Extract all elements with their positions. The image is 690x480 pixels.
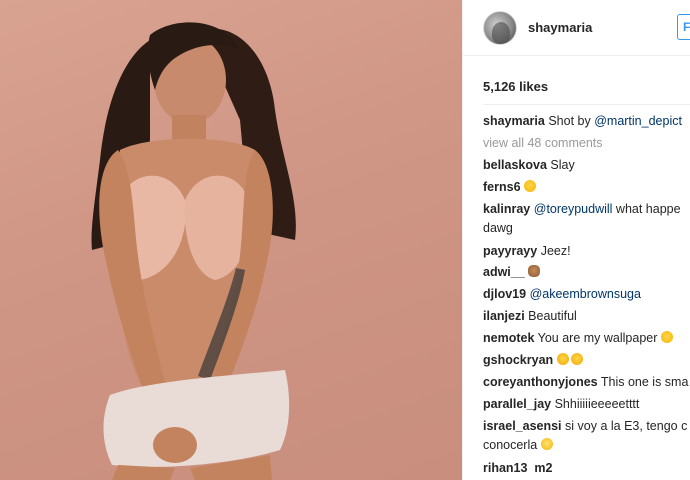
comment-row: ferns6	[483, 178, 690, 200]
smiling-face-emoji-icon	[660, 331, 673, 344]
follow-button[interactable]: F	[677, 14, 690, 40]
see-no-evil-monkey-emoji-icon	[528, 265, 541, 278]
comment-row: adwi__	[483, 263, 690, 285]
comment-username[interactable]: djlov19	[483, 287, 526, 301]
smiling-face-emoji-icon	[524, 179, 537, 192]
comment-username[interactable]: parallel_jay	[483, 397, 551, 411]
comment-text: Shhiiiiieeeeetttt	[554, 396, 640, 411]
caption: shaymaria Shot by @martin_depict	[483, 112, 690, 134]
comment-row: parallel_jay Shhiiiiieeeeetttt	[483, 395, 690, 417]
comment-row: israel_asensi si voy a la E3, tengo c co…	[483, 417, 690, 455]
post-photo[interactable]	[0, 0, 462, 480]
comment-text: what happe	[612, 201, 681, 216]
likes-count[interactable]: 5,126 likes	[483, 79, 548, 94]
comment-text: si voy a la E3, tengo c	[565, 418, 688, 433]
comment-username[interactable]: rihan13_m2	[483, 461, 552, 473]
avatar[interactable]	[483, 10, 517, 45]
caption-username[interactable]: shaymaria	[483, 114, 545, 128]
grinning-face-emoji-icon	[556, 353, 569, 366]
comment-username[interactable]: israel_asensi	[483, 419, 562, 433]
divider	[483, 104, 690, 105]
rolling-eyes-emoji-icon	[540, 437, 553, 450]
post-username[interactable]: shaymaria	[528, 20, 592, 35]
comment-text-continued: conocerla	[483, 437, 538, 452]
comment-row: coreyanthonyjones This one is sma	[483, 373, 690, 395]
comment-username[interactable]: bellaskova	[483, 158, 547, 172]
comment-username[interactable]: nemotek	[483, 331, 534, 345]
comments-list: shaymaria Shot by @martin_depict view al…	[483, 112, 690, 473]
comment-username[interactable]: coreyanthonyjones	[483, 375, 598, 389]
comment-username[interactable]: payyrayy	[483, 244, 537, 258]
comment-row: gshockryan	[483, 351, 690, 373]
comment-row: djlov19 @akeembrownsuga	[483, 285, 690, 307]
comment-text: You are my wallpaper	[537, 331, 658, 346]
post-header: shaymaria F	[463, 0, 690, 56]
post-detail-panel: shaymaria F 5,126 likes shaymaria Shot b…	[462, 0, 690, 480]
comment-row: kalinray @toreypudwill what happe dawg	[483, 200, 690, 238]
comment-row: nemotek You are my wallpaper	[483, 329, 690, 351]
comment-username[interactable]: gshockryan	[483, 353, 553, 367]
comment-text-continued: dawg	[483, 220, 513, 235]
caption-text: Shot by	[548, 114, 595, 128]
comment-row: bellaskova Slay	[483, 156, 690, 178]
comment-username[interactable]: ilanjezi	[483, 309, 525, 323]
comment-text: Beautiful	[528, 309, 577, 324]
comment-row: ilanjezi Beautiful	[483, 307, 690, 329]
grinning-face-emoji-icon	[570, 353, 583, 366]
comment-text: Slay	[550, 157, 575, 172]
comment-mention[interactable]: @akeembrownsuga	[530, 287, 641, 301]
comment-row: payyrayy Jeez!	[483, 242, 690, 264]
comment-text: Jeez!	[540, 243, 571, 258]
comment-username[interactable]: ferns6	[483, 180, 521, 194]
caption-mention[interactable]: @martin_depict	[594, 114, 682, 128]
comment-username[interactable]: kalinray	[483, 202, 530, 216]
post-photo-image	[91, 22, 296, 480]
comment-mention[interactable]: @toreypudwill	[534, 202, 613, 216]
view-all-comments-link[interactable]: view all 48 comments	[483, 134, 690, 156]
comment-row: rihan13_m2	[483, 459, 690, 473]
comment-username[interactable]: adwi__	[483, 265, 525, 279]
comment-text: This one is sma	[600, 374, 689, 389]
